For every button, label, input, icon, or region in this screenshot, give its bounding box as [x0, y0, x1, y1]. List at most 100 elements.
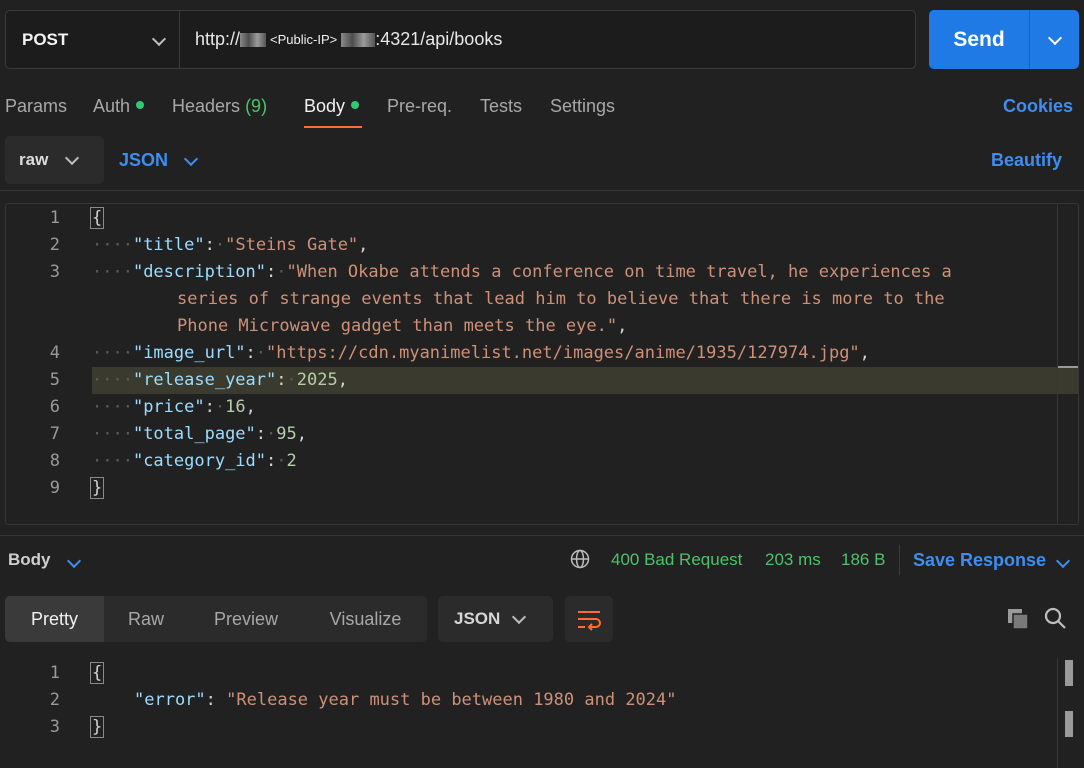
- chevron-down-icon: [183, 151, 199, 166]
- active-tab-indicator: [304, 126, 362, 128]
- response-format-select[interactable]: JSON: [438, 596, 553, 642]
- wrap-lines-button[interactable]: [565, 596, 613, 642]
- method-select[interactable]: POST: [6, 11, 180, 68]
- url-input[interactable]: http:// <Public-IP> :4321/api/books: [195, 29, 502, 50]
- json-value: 2025: [296, 370, 338, 390]
- wrap-lines-icon: [578, 611, 601, 631]
- scrollbar-thumb[interactable]: [1065, 711, 1073, 737]
- code-line: ····"release_year":·2025,: [92, 370, 348, 390]
- status-code[interactable]: 400 Bad Request: [611, 550, 742, 570]
- tab-tests[interactable]: Tests: [480, 96, 522, 117]
- json-value: "When Okabe attends a conference on time…: [286, 262, 952, 282]
- json-value: 95: [276, 424, 297, 444]
- body-status-dot: [351, 101, 360, 110]
- body-mode-select[interactable]: raw: [5, 136, 104, 184]
- line-number: 4: [49, 343, 60, 363]
- json-value: "https://cdn.myanimelist.net/images/anim…: [266, 343, 860, 363]
- response-section-label[interactable]: Body: [8, 550, 51, 570]
- line-number: 2: [49, 235, 60, 255]
- tab-params[interactable]: Params: [5, 96, 67, 117]
- tab-prereq[interactable]: Pre-req.: [387, 96, 452, 117]
- chevron-down-icon: [64, 150, 80, 165]
- json-value: "Release year must be between 1980 and 2…: [226, 690, 677, 710]
- code-line: }: [90, 716, 105, 738]
- cookies-link[interactable]: Cookies: [1003, 96, 1073, 117]
- tab-settings[interactable]: Settings: [550, 96, 615, 117]
- send-label: Send: [953, 27, 1005, 51]
- chevron-down-icon[interactable]: [66, 553, 82, 571]
- copy-icon[interactable]: [1006, 607, 1030, 631]
- code-line: {: [90, 207, 105, 229]
- code-line: ····"description":·"When Okabe attends a…: [92, 262, 952, 282]
- body-language-label: JSON: [119, 150, 169, 170]
- json-key: "title": [132, 235, 205, 255]
- chevron-down-icon: [152, 31, 167, 49]
- line-number: 5: [49, 370, 60, 390]
- tab-auth-label: Auth: [93, 96, 131, 116]
- tab-body[interactable]: Body: [304, 96, 360, 117]
- line-number: 1: [49, 208, 60, 228]
- close-brace: }: [90, 716, 105, 738]
- line-number: 3: [49, 262, 60, 282]
- divider: [0, 190, 1084, 191]
- json-value: Phone Microwave gadget than meets the ey…: [177, 316, 618, 336]
- code-line: ····"total_page":·95,: [92, 424, 308, 444]
- response-size[interactable]: 186 B: [841, 550, 885, 570]
- code-line: ····"category_id":·2: [92, 451, 297, 471]
- save-response-button[interactable]: Save Response: [913, 550, 1046, 571]
- url-bar: POST http:// <Public-IP> :4321/api/books: [5, 10, 916, 69]
- tab-body-label: Body: [304, 96, 346, 116]
- auth-status-dot: [136, 101, 145, 110]
- code-line: ····"image_url":·"https://cdn.myanimelis…: [92, 343, 870, 363]
- tab-auth[interactable]: Auth: [93, 96, 145, 117]
- redacted-mask: [341, 32, 376, 47]
- scroll-marker: [1058, 366, 1078, 368]
- chevron-down-icon[interactable]: [1055, 553, 1071, 571]
- body-mode-label: raw: [19, 150, 49, 169]
- code-line: ····"title":·"Steins Gate",: [92, 235, 369, 255]
- globe-icon[interactable]: [570, 549, 590, 569]
- json-value: 16: [225, 397, 246, 417]
- headers-count: (9): [245, 96, 268, 116]
- json-key: "category_id": [132, 451, 267, 471]
- code-line-wrap: Phone Microwave gadget than meets the ey…: [177, 316, 628, 336]
- response-time[interactable]: 203 ms: [765, 550, 821, 570]
- search-icon[interactable]: [1043, 606, 1067, 630]
- code-line: "error": "Release year must be between 1…: [134, 690, 677, 710]
- scrollbar-thumb[interactable]: [1065, 660, 1073, 686]
- tab-headers-label: Headers: [172, 96, 241, 116]
- send-options-button[interactable]: [1030, 10, 1079, 69]
- redacted-mask: [240, 32, 267, 47]
- line-number: 3: [49, 717, 60, 737]
- line-number: 9: [49, 478, 60, 498]
- line-number: 8: [49, 451, 60, 471]
- code-line-wrap: series of strange events that lead him t…: [177, 289, 945, 309]
- body-language-select[interactable]: JSON: [119, 150, 199, 171]
- code-line: {: [90, 662, 105, 684]
- close-brace: }: [90, 477, 105, 499]
- code-line: ····"price":·16,: [92, 397, 256, 417]
- tab-headers[interactable]: Headers (9): [172, 96, 267, 117]
- send-button[interactable]: Send: [929, 10, 1079, 69]
- json-value: "Steins Gate": [225, 235, 359, 255]
- json-value: 2: [286, 451, 297, 471]
- line-number: 2: [49, 690, 60, 710]
- line-number: 1: [49, 663, 60, 683]
- beautify-button[interactable]: Beautify: [991, 150, 1062, 171]
- json-key: "error": [134, 690, 206, 710]
- tab-visualize[interactable]: Visualize: [304, 596, 427, 642]
- response-view-tabs: Pretty Raw Preview Visualize: [5, 596, 427, 642]
- editor-scroll-track: [1057, 204, 1058, 524]
- json-value: series of strange events that lead him t…: [177, 289, 945, 309]
- response-scroll-track: [1057, 658, 1058, 768]
- json-key: "image_url": [132, 343, 246, 363]
- method-label: POST: [22, 29, 69, 49]
- code-line: }: [90, 477, 105, 499]
- line-number: 7: [49, 424, 60, 444]
- chevron-down-icon: [1047, 30, 1062, 45]
- divider: [899, 545, 900, 575]
- tab-pretty[interactable]: Pretty: [5, 596, 104, 642]
- tab-raw[interactable]: Raw: [104, 596, 188, 642]
- tab-preview[interactable]: Preview: [188, 596, 304, 642]
- json-key: "release_year": [132, 370, 277, 390]
